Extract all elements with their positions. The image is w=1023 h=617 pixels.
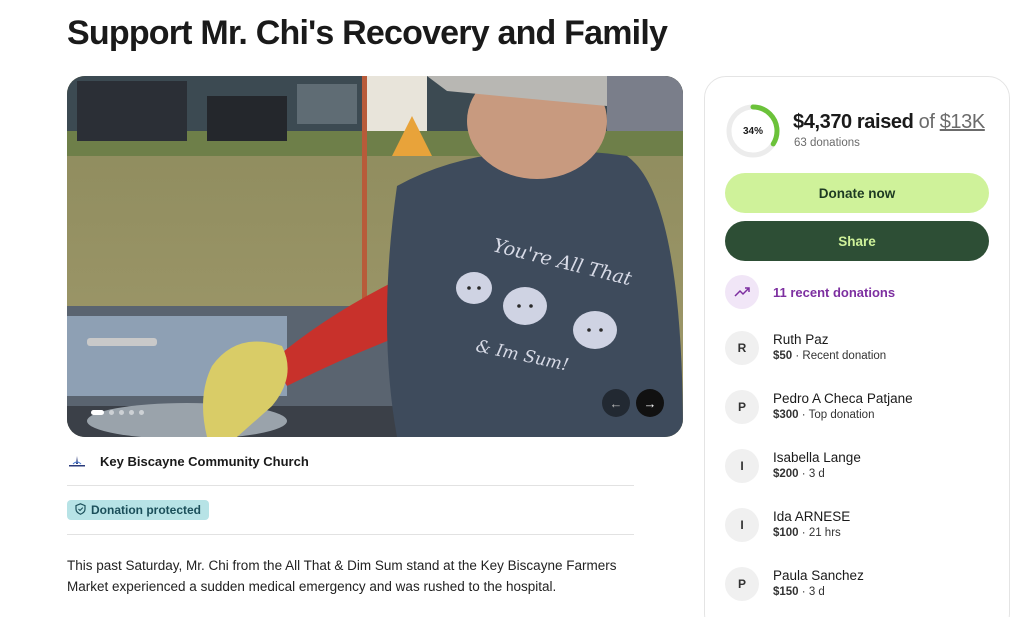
donor-item: P Pedro A Checa Patjane $300 · Top donat… xyxy=(725,390,913,424)
share-button[interactable]: Share xyxy=(725,221,989,261)
donor-amount: $300 xyxy=(773,409,799,421)
arrow-right-icon: → xyxy=(643,395,657,411)
donor-name: Pedro A Checa Patjane xyxy=(773,391,913,406)
donor-amount: $200 xyxy=(773,468,799,480)
badge-label: Donation protected xyxy=(91,503,201,517)
carousel-dots xyxy=(91,410,144,415)
donor-item: R Ruth Paz $50 · Recent donation xyxy=(725,331,886,365)
avatar: R xyxy=(725,331,759,365)
organizer-logo-icon xyxy=(67,451,87,471)
donations-count: 63 donations xyxy=(794,137,860,149)
organizer-name[interactable]: Key Biscayne Community Church xyxy=(100,454,309,469)
raised-amount: $4,370 raised xyxy=(793,111,914,133)
donor-note: · 21 hrs xyxy=(798,527,841,539)
raised-of: of xyxy=(918,111,935,133)
arrow-left-icon: ← xyxy=(609,395,623,411)
divider xyxy=(67,534,634,535)
avatar: P xyxy=(725,567,759,601)
recent-donations-link[interactable]: 11 recent donations xyxy=(725,275,895,309)
story-text: This past Saturday, Mr. Chi from the All… xyxy=(67,558,617,594)
donor-note: · Top donation xyxy=(798,409,875,421)
previous-photo-button[interactable]: ← xyxy=(602,389,630,417)
donor-amount: $150 xyxy=(773,586,799,598)
organizer[interactable]: Key Biscayne Community Church xyxy=(67,451,309,471)
donor-meta: $150 · 3 d xyxy=(773,584,864,601)
donor-meta: $50 · Recent donation xyxy=(773,348,886,365)
carousel-dot[interactable] xyxy=(119,410,124,415)
donation-protected-badge[interactable]: Donation protected xyxy=(67,500,209,520)
donor-note: · 3 d xyxy=(798,586,825,598)
shield-icon xyxy=(75,502,86,518)
donor-note: · 3 d xyxy=(798,468,825,480)
donor-item: I Ida ARNESE $100 · 21 hrs xyxy=(725,508,850,542)
page-title: Support Mr. Chi's Recovery and Family xyxy=(67,14,668,52)
donor-name: Paula Sanchez xyxy=(773,568,864,583)
divider xyxy=(67,485,634,486)
avatar: I xyxy=(725,508,759,542)
next-photo-button[interactable]: → xyxy=(636,389,664,417)
progress-ring: 34% xyxy=(725,103,781,159)
donor-item: I Isabella Lange $200 · 3 d xyxy=(725,449,861,483)
donor-amount: $100 xyxy=(773,527,799,539)
recent-donations-label[interactable]: 11 recent donations xyxy=(773,285,895,300)
donate-now-button[interactable]: Donate now xyxy=(725,173,989,213)
avatar: P xyxy=(725,390,759,424)
campaign-photo-illustration: You're All That & Im Sum! xyxy=(67,76,683,437)
donor-amount: $50 xyxy=(773,350,793,362)
donation-card: 34% $4,370 raised of $13K 63 donations D… xyxy=(704,76,1010,617)
donor-name: Ruth Paz xyxy=(773,332,829,347)
progress-percent: 34% xyxy=(742,125,763,137)
trending-up-icon xyxy=(725,275,759,309)
donor-name: Isabella Lange xyxy=(773,450,861,465)
donor-note: · Recent donation xyxy=(792,350,887,362)
carousel-dot[interactable] xyxy=(109,410,114,415)
donor-item: P Paula Sanchez $150 · 3 d xyxy=(725,567,864,601)
amount-raised: $4,370 raised of $13K xyxy=(793,111,985,134)
carousel-dot[interactable] xyxy=(91,410,104,415)
donor-name: Ida ARNESE xyxy=(773,509,851,524)
carousel-dot[interactable] xyxy=(139,410,144,415)
campaign-photo[interactable]: You're All That & Im Sum! ← → xyxy=(67,76,683,437)
donor-meta: $300 · Top donation xyxy=(773,407,913,424)
donor-meta: $200 · 3 d xyxy=(773,466,861,483)
donor-meta: $100 · 21 hrs xyxy=(773,525,850,542)
carousel-dot[interactable] xyxy=(129,410,134,415)
goal-amount[interactable]: $13K xyxy=(940,111,986,133)
avatar: I xyxy=(725,449,759,483)
